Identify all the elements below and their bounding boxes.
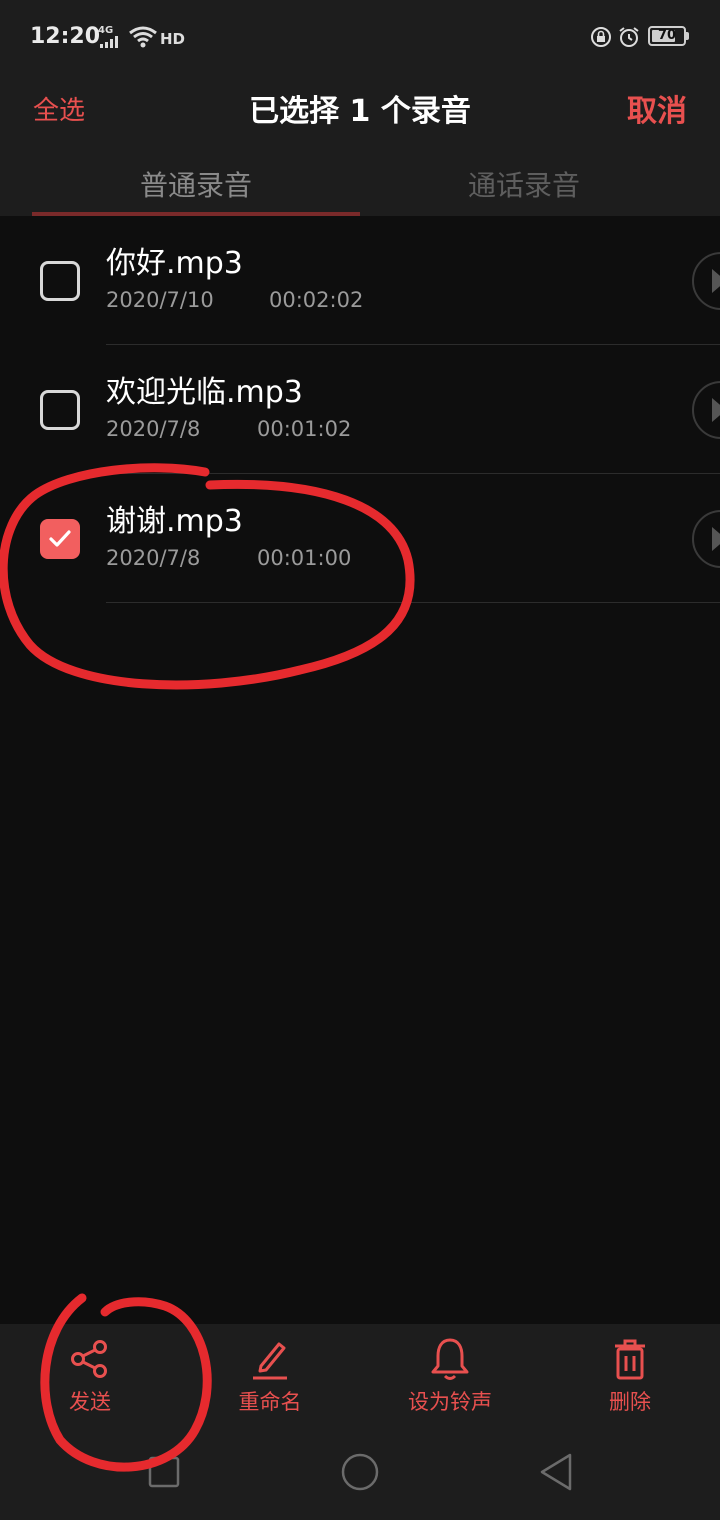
file-name: 谢谢.mp3 bbox=[106, 504, 243, 539]
set-ringtone-label: 设为铃声 bbox=[408, 1390, 492, 1414]
action-bar: 发送 重命名 设为铃声 删除 bbox=[0, 1324, 720, 1520]
file-name: 欢迎光临.mp3 bbox=[106, 375, 303, 410]
rename-label: 重命名 bbox=[238, 1390, 302, 1414]
file-date: 2020/7/8 bbox=[106, 417, 201, 441]
alarm-icon bbox=[619, 27, 639, 47]
trash-icon bbox=[615, 1339, 645, 1380]
play-icon[interactable] bbox=[692, 510, 720, 568]
file-duration: 00:01:00 bbox=[257, 546, 352, 570]
cancel-button[interactable]: 取消 bbox=[627, 86, 687, 130]
hd-indicator: HD bbox=[160, 30, 186, 48]
divider bbox=[106, 602, 720, 603]
home-icon bbox=[341, 1453, 379, 1491]
file-duration: 00:02:02 bbox=[269, 288, 364, 312]
send-button[interactable]: 发送 bbox=[0, 1336, 180, 1416]
checkbox[interactable] bbox=[40, 390, 80, 430]
status-time: 12:20 bbox=[30, 24, 101, 49]
delete-button[interactable]: 删除 bbox=[540, 1336, 720, 1416]
battery-icon: 70 bbox=[648, 26, 686, 46]
share-icon bbox=[71, 1340, 107, 1378]
play-icon[interactable] bbox=[692, 381, 720, 439]
file-date: 2020/7/8 bbox=[106, 546, 201, 570]
delete-label: 删除 bbox=[609, 1390, 651, 1414]
wifi-icon bbox=[129, 26, 157, 48]
status-bar: 12:20 4G HD 70 bbox=[0, 0, 720, 74]
recording-list: 你好.mp3 2020/7/10 00:02:02 欢迎光临.mp3 2020/… bbox=[0, 216, 720, 603]
list-item[interactable]: 谢谢.mp3 2020/7/8 00:01:00 bbox=[0, 474, 720, 603]
rename-button[interactable]: 重命名 bbox=[180, 1336, 360, 1416]
list-item[interactable]: 你好.mp3 2020/7/10 00:02:02 bbox=[0, 216, 720, 345]
tab-normal-recordings[interactable]: 普通录音 bbox=[32, 164, 360, 204]
checkbox[interactable] bbox=[40, 261, 80, 301]
send-label: 发送 bbox=[69, 1390, 111, 1414]
back-icon bbox=[540, 1453, 572, 1491]
checkmark-icon bbox=[49, 530, 71, 547]
file-duration: 00:01:02 bbox=[257, 417, 352, 441]
battery-tip bbox=[686, 32, 689, 40]
file-date: 2020/7/10 bbox=[106, 288, 214, 312]
bell-icon bbox=[431, 1338, 469, 1380]
file-name: 你好.mp3 bbox=[106, 246, 243, 281]
battery-level: 70 bbox=[657, 28, 677, 43]
navigation-bar bbox=[148, 1453, 572, 1491]
rotation-lock-icon bbox=[591, 27, 611, 47]
page-title: 已选择 1 个录音 bbox=[249, 94, 471, 129]
selection-header: 全选 已选择 1 个录音 取消 普通录音 通话录音 bbox=[0, 74, 720, 216]
checkbox-checked[interactable] bbox=[40, 519, 80, 559]
recent-apps-icon bbox=[148, 1456, 180, 1488]
list-item[interactable]: 欢迎光临.mp3 2020/7/8 00:01:02 bbox=[0, 345, 720, 474]
play-icon[interactable] bbox=[692, 252, 720, 310]
network-type: 4G bbox=[98, 25, 114, 36]
pencil-icon bbox=[253, 1342, 287, 1380]
set-ringtone-button[interactable]: 设为铃声 bbox=[360, 1336, 540, 1416]
signal-icon bbox=[100, 36, 118, 48]
tab-call-recordings[interactable]: 通话录音 bbox=[360, 164, 688, 204]
